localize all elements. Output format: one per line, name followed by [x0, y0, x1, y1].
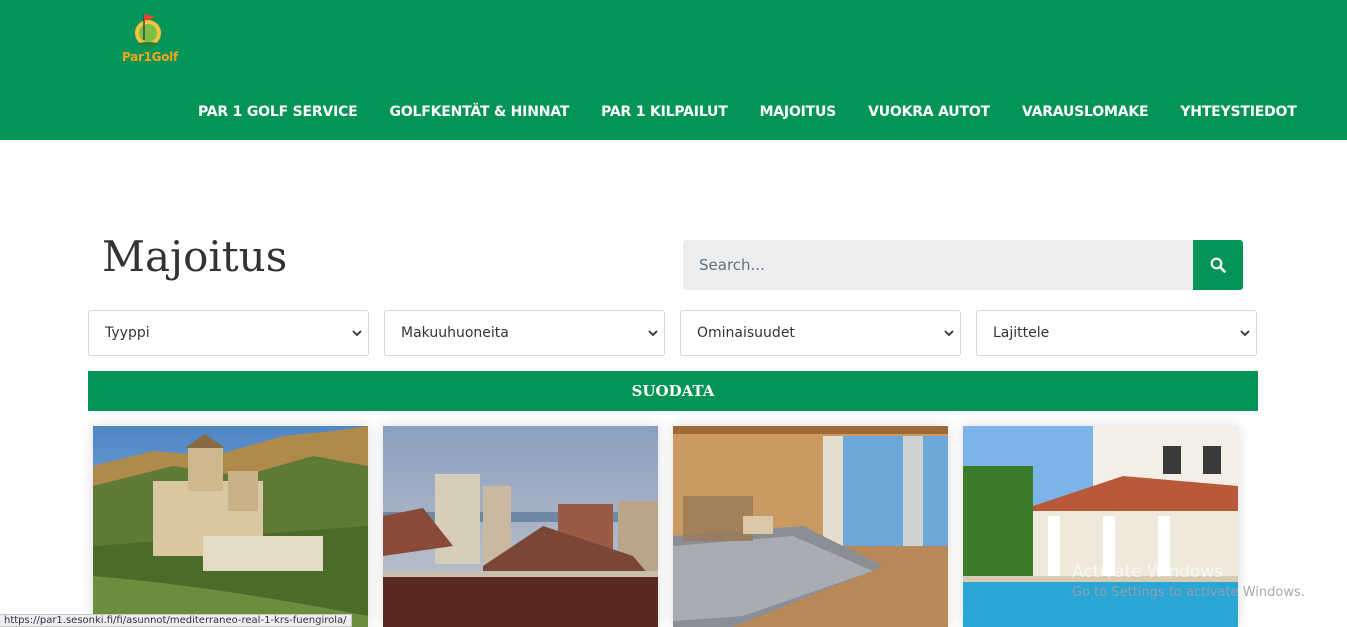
nav-item-par1-kilpailut[interactable]: PAR 1 KILPAILUT — [585, 104, 743, 120]
chevron-down-icon — [1240, 330, 1250, 337]
sort-select-value: Lajittele — [993, 325, 1050, 341]
listing-card-rooftops[interactable] — [383, 426, 658, 627]
features-select-value: Ominaisuudet — [697, 325, 795, 341]
listing-card-castle[interactable] — [93, 426, 368, 627]
nav-item-golfkentat-hinnat[interactable]: GOLFKENTÄT & HINNAT — [374, 104, 586, 120]
watermark-subtitle: Go to Settings to activate Windows. — [1072, 585, 1305, 600]
watermark-title: Activate Windows — [1072, 562, 1223, 582]
sort-select[interactable]: Lajittele — [976, 310, 1257, 356]
features-select[interactable]: Ominaisuudet — [680, 310, 961, 356]
nav-item-par1-golf-service[interactable]: PAR 1 GOLF SERVICE — [182, 104, 374, 120]
windows-activation-watermark: Activate Windows Go to Settings to activ… — [1072, 562, 1305, 600]
browser-status-bar: https://par1.sesonki.fi/fi/asunnot/medit… — [0, 614, 352, 627]
type-select[interactable]: Tyyppi — [88, 310, 369, 356]
site-logo[interactable]: Par1Golf — [118, 4, 180, 68]
page-title: Majoitus — [102, 232, 288, 281]
chevron-down-icon — [352, 330, 362, 337]
nav-item-majoitus[interactable]: MAJOITUS — [744, 104, 853, 120]
listing-card-bedroom[interactable] — [673, 426, 948, 627]
main-nav: PAR 1 GOLF SERVICE GOLFKENTÄT & HINNAT P… — [182, 104, 1313, 120]
bedrooms-select-value: Makuuhuoneita — [401, 325, 509, 341]
chevron-down-icon — [944, 330, 954, 337]
filter-button[interactable]: SUODATA — [88, 371, 1258, 411]
site-header: Par1Golf PAR 1 GOLF SERVICE GOLFKENTÄT &… — [0, 0, 1347, 140]
nav-item-vuokra-autot[interactable]: VUOKRA AUTOT — [852, 104, 1006, 120]
search-input[interactable] — [683, 240, 1194, 290]
bedroom-photo — [673, 426, 948, 627]
type-select-value: Tyyppi — [105, 325, 150, 341]
nav-item-varauslomake[interactable]: VARAUSLOMAKE — [1006, 104, 1164, 120]
castle-hotel-photo — [93, 426, 368, 627]
bedrooms-select[interactable]: Makuuhuoneita — [384, 310, 665, 356]
search-icon — [1210, 257, 1226, 273]
rooftops-sea-photo — [383, 426, 658, 627]
golf-flag-icon — [135, 14, 161, 46]
search-button[interactable] — [1193, 240, 1243, 290]
nav-item-yhteystiedot[interactable]: YHTEYSTIEDOT — [1164, 104, 1312, 120]
logo-text: Par1Golf — [122, 50, 178, 64]
chevron-down-icon — [648, 330, 658, 337]
